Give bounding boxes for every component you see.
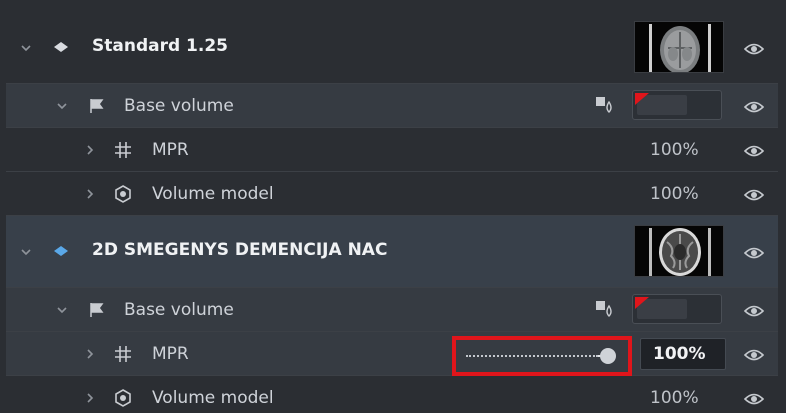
eye-icon[interactable] bbox=[743, 245, 765, 259]
color-drop-icon[interactable] bbox=[594, 299, 616, 321]
chevron-right-icon[interactable] bbox=[84, 188, 96, 200]
chevron-down-icon[interactable] bbox=[20, 246, 32, 258]
chevron-right-icon[interactable] bbox=[84, 348, 96, 360]
colormap-swatch[interactable] bbox=[632, 294, 722, 324]
chevron-right-icon[interactable] bbox=[84, 392, 96, 404]
mpr-label: MPR bbox=[152, 140, 189, 160]
series-name: Standard 1.25 bbox=[92, 36, 228, 56]
chevron-down-icon[interactable] bbox=[56, 100, 68, 112]
series-row[interactable]: 2D SMEGENYS DEMENCIJA NAC bbox=[6, 216, 778, 288]
eye-icon[interactable] bbox=[743, 41, 765, 55]
eye-icon[interactable] bbox=[743, 99, 765, 113]
eye-icon[interactable] bbox=[743, 347, 765, 361]
eye-icon[interactable] bbox=[743, 143, 765, 157]
volume-model-icon bbox=[114, 185, 132, 203]
chevron-down-icon[interactable] bbox=[20, 42, 32, 54]
mpr-label: MPR bbox=[152, 344, 189, 364]
volume-icon bbox=[88, 97, 106, 115]
mpr-icon bbox=[114, 345, 132, 363]
eye-icon[interactable] bbox=[743, 303, 765, 317]
mpr-row[interactable]: MPR bbox=[6, 332, 778, 376]
eye-icon[interactable] bbox=[743, 391, 765, 405]
series-thumbnail[interactable] bbox=[634, 21, 724, 73]
volume-model-row[interactable]: Volume model 100% bbox=[6, 172, 778, 216]
volume-icon bbox=[88, 301, 106, 319]
mpr-icon bbox=[114, 141, 132, 159]
chevron-down-icon[interactable] bbox=[56, 304, 68, 316]
opacity-slider-knob[interactable] bbox=[600, 348, 616, 364]
diamond-icon bbox=[52, 38, 70, 56]
base-volume-row[interactable]: Base volume bbox=[6, 84, 778, 128]
volume-model-label: Volume model bbox=[152, 184, 274, 204]
base-volume-row[interactable]: Base volume bbox=[6, 288, 778, 332]
colormap-swatch[interactable] bbox=[632, 90, 722, 120]
series-thumbnail[interactable] bbox=[634, 225, 724, 277]
opacity-input[interactable] bbox=[640, 338, 726, 370]
volume-model-label: Volume model bbox=[152, 388, 274, 408]
mpr-row[interactable]: MPR 100% bbox=[6, 128, 778, 172]
color-drop-icon[interactable] bbox=[594, 95, 616, 117]
opacity-value[interactable]: 100% bbox=[650, 184, 699, 204]
eye-icon[interactable] bbox=[743, 187, 765, 201]
base-volume-label: Base volume bbox=[124, 96, 234, 116]
opacity-value[interactable]: 100% bbox=[650, 388, 699, 408]
base-volume-label: Base volume bbox=[124, 300, 234, 320]
opacity-slider-track[interactable] bbox=[466, 355, 598, 357]
layer-panel: Standard 1.25 Base volume MPR 100% Volum… bbox=[0, 0, 786, 413]
opacity-value[interactable]: 100% bbox=[650, 140, 699, 160]
series-name: 2D SMEGENYS DEMENCIJA NAC bbox=[92, 240, 388, 260]
diamond-icon bbox=[52, 242, 70, 260]
volume-model-icon bbox=[114, 389, 132, 407]
opacity-slider-highlight bbox=[452, 336, 632, 376]
chevron-right-icon[interactable] bbox=[84, 144, 96, 156]
volume-model-row[interactable]: Volume model 100% bbox=[6, 376, 778, 413]
series-row[interactable]: Standard 1.25 bbox=[6, 12, 778, 84]
